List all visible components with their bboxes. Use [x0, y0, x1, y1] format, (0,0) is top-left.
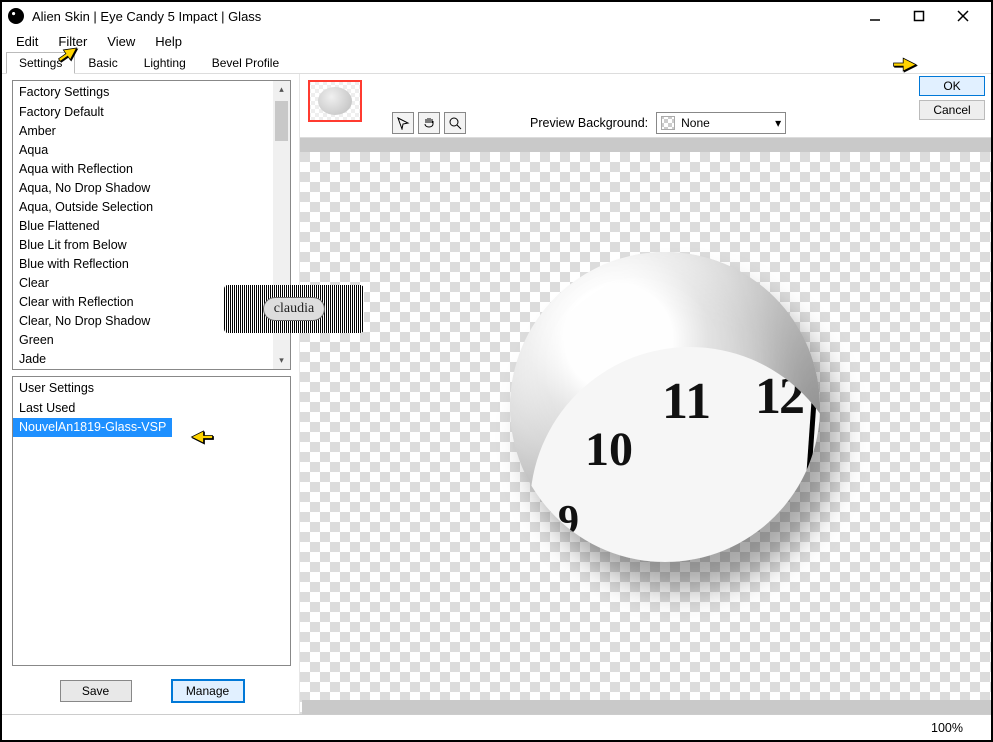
preview-bg-value: None [681, 116, 710, 130]
list-item[interactable]: Aqua, No Drop Shadow [13, 179, 290, 198]
window-controls [853, 3, 985, 29]
main-area: Factory Settings Factory Default Amber A… [2, 74, 991, 714]
list-item[interactable]: Green [13, 331, 290, 350]
watermark-text: claudia [263, 297, 325, 321]
plugin-dialog: Alien Skin | Eye Candy 5 Impact | Glass … [0, 0, 993, 742]
maximize-button[interactable] [897, 3, 941, 29]
list-item[interactable]: Aqua [13, 141, 290, 160]
clock-numeral: 10 [585, 422, 633, 477]
list-item[interactable]: Blue with Reflection [13, 255, 290, 274]
minimize-button[interactable] [853, 3, 897, 29]
preset-button-row: Save Manage [12, 672, 291, 702]
clock-face: 9 10 11 12 [530, 347, 820, 562]
thumbnail-sphere-icon [318, 87, 352, 115]
list-item[interactable]: Aqua, Outside Selection [13, 198, 290, 217]
watermark-badge: claudia [224, 285, 364, 333]
transparent-swatch-icon [661, 116, 675, 130]
pointer-cursor-icon [190, 428, 222, 452]
list-item[interactable]: Blue Flattened [13, 217, 290, 236]
tab-bevel-profile[interactable]: Bevel Profile [199, 52, 292, 73]
list-item[interactable]: Opaque Aqua [13, 369, 290, 370]
clock-numeral: 11 [662, 372, 711, 431]
chevron-down-icon: ▾ [775, 116, 781, 130]
menu-edit[interactable]: Edit [6, 32, 48, 51]
clock-numeral: 9 [558, 497, 579, 545]
list-item[interactable]: Last Used [13, 399, 290, 418]
zoom-tool-icon[interactable] [444, 112, 466, 134]
factory-settings-header: Factory Settings [13, 81, 290, 103]
left-panel: Factory Settings Factory Default Amber A… [2, 74, 300, 714]
window-title: Alien Skin | Eye Candy 5 Impact | Glass [32, 9, 853, 24]
list-item[interactable]: Aqua with Reflection [13, 160, 290, 179]
save-button[interactable]: Save [60, 680, 132, 702]
right-panel: Preview Background: None ▾ OK Cancel [300, 74, 991, 714]
menu-help[interactable]: Help [145, 32, 192, 51]
title-bar: Alien Skin | Eye Candy 5 Impact | Glass [2, 2, 991, 30]
list-item[interactable]: Factory Default [13, 103, 290, 122]
ok-button[interactable]: OK [919, 76, 985, 96]
preview-toolbar: Preview Background: None ▾ OK Cancel [300, 74, 991, 138]
pointer-cursor-icon [56, 42, 88, 66]
menu-bar: Edit Filter View Help [2, 30, 991, 52]
cancel-button[interactable]: Cancel [919, 100, 985, 120]
menu-view[interactable]: View [97, 32, 145, 51]
scroll-thumb[interactable] [275, 101, 288, 141]
clock-numeral: 12 [755, 367, 803, 426]
move-tool-icon[interactable] [392, 112, 414, 134]
hand-tool-icon[interactable] [418, 112, 440, 134]
tab-strip: Settings Basic Lighting Bevel Profile [2, 52, 991, 74]
list-item[interactable]: Blue Lit from Below [13, 236, 290, 255]
preview-background-control: Preview Background: None ▾ [530, 112, 786, 134]
user-settings-header: User Settings [13, 377, 290, 399]
scroll-down-icon[interactable]: ▾ [273, 352, 290, 369]
preview-thumbnail[interactable] [308, 80, 362, 122]
separator-band [302, 700, 991, 714]
preview-canvas[interactable]: 9 10 11 12 [300, 152, 991, 714]
scroll-up-icon[interactable]: ▴ [273, 81, 290, 98]
close-button[interactable] [941, 3, 985, 29]
list-item[interactable]: Jade [13, 350, 290, 369]
manage-button[interactable]: Manage [172, 680, 244, 702]
app-icon [8, 8, 24, 24]
list-item[interactable]: Amber [13, 122, 290, 141]
pointer-cursor-icon [892, 55, 924, 79]
dialog-buttons: OK Cancel [919, 76, 985, 120]
glass-sphere-preview: 9 10 11 12 [510, 252, 820, 562]
status-bar: 100% [2, 714, 991, 740]
preview-bg-label: Preview Background: [530, 116, 648, 130]
zoom-level: 100% [931, 721, 963, 735]
user-settings-list[interactable]: User Settings Last Used NouvelAn1819-Gla… [12, 376, 291, 666]
tool-group [392, 112, 466, 134]
list-item-selected[interactable]: NouvelAn1819-Glass-VSP [13, 418, 172, 437]
preview-bg-dropdown[interactable]: None ▾ [656, 112, 786, 134]
tab-lighting[interactable]: Lighting [131, 52, 199, 73]
separator-band [300, 138, 991, 152]
